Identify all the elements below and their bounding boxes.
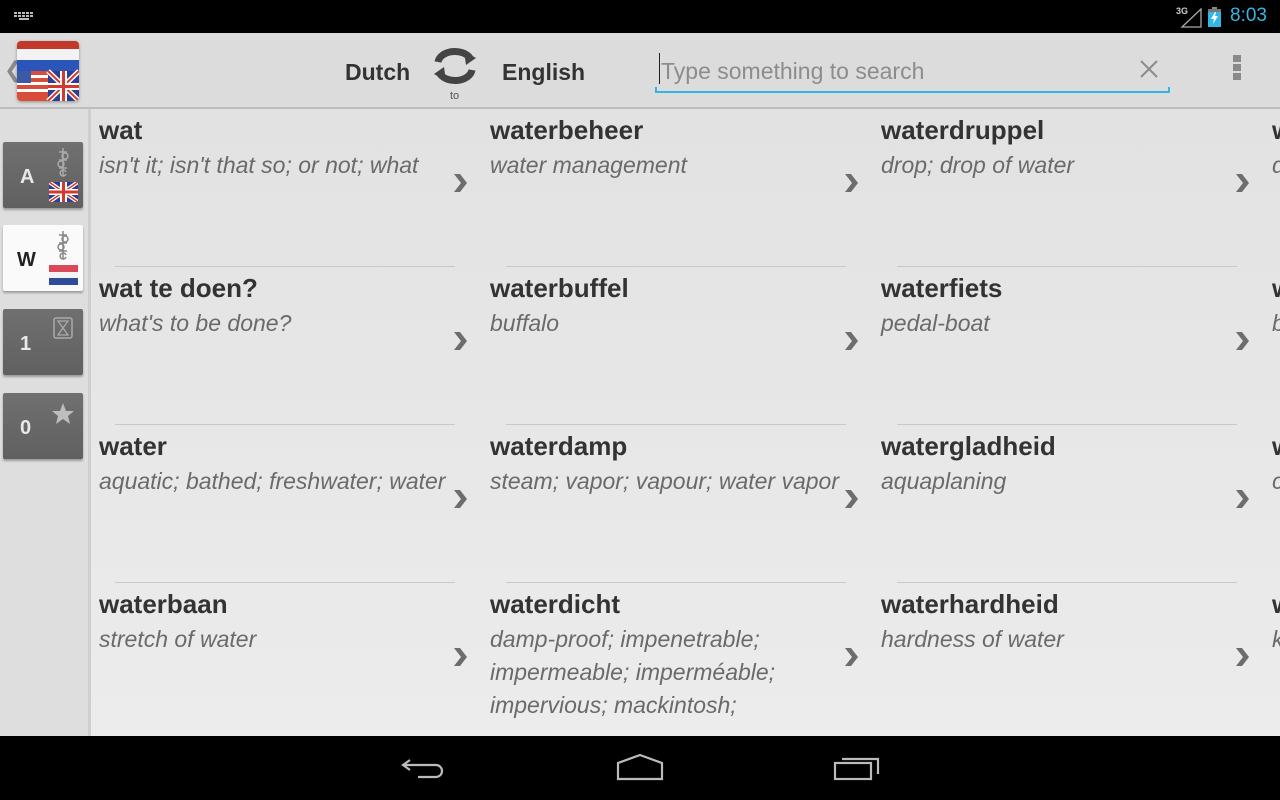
tab-label: A (20, 166, 35, 188)
entry-cell[interactable]: waterdicht damp-proof; impenetrable; impe… (482, 583, 873, 736)
entry-cell[interactable]: waterfiets pedal-boat (873, 267, 1264, 425)
translation: aquaplaning (881, 468, 1007, 494)
chevron-right-icon[interactable] (842, 329, 860, 353)
battery-charging-icon (1208, 7, 1221, 27)
nl-flag (49, 265, 78, 285)
translation: b l (1272, 307, 1280, 340)
swap-languages-button[interactable] (430, 41, 480, 91)
translation: buffalo (490, 310, 560, 336)
home-icon[interactable] (615, 752, 665, 786)
headword: water (99, 431, 167, 461)
headword: waterdruppel (881, 115, 1045, 145)
close-icon[interactable] (1138, 58, 1160, 80)
translation: isn't it; isn't that so; or not; what (99, 152, 419, 178)
entry-cell[interactable]: wk (1264, 583, 1280, 736)
entry-cell[interactable]: waterhardheid hardness of water (873, 583, 1264, 736)
entry-grid: wat isn't it; isn't that so; or not; what… (91, 109, 1280, 736)
keyboard-icon (14, 12, 33, 20)
tab-label: 0 (20, 417, 32, 439)
clock: 8:03 (1230, 5, 1267, 26)
entry-cell[interactable]: w b l (1264, 267, 1280, 425)
chevron-right-icon[interactable] (451, 171, 469, 195)
chevron-right-icon[interactable] (1233, 329, 1251, 353)
text-cursor (659, 53, 660, 84)
headword: w (1272, 273, 1280, 304)
translation: c (1272, 465, 1280, 498)
search-underline (655, 87, 1170, 93)
signal-icon: 3G (1176, 6, 1202, 28)
target-language[interactable]: English (502, 59, 585, 86)
alphabet-icon (57, 148, 69, 177)
status-bar: 3G 8:03 (0, 0, 1280, 33)
chevron-right-icon[interactable] (842, 487, 860, 511)
translation: water management (490, 152, 687, 178)
chevron-right-icon[interactable] (1233, 645, 1251, 669)
source-language[interactable]: Dutch (345, 59, 410, 86)
history-icon (53, 317, 73, 339)
tab-history[interactable]: 1 (3, 309, 83, 375)
headword: wat (99, 115, 143, 145)
search-field[interactable] (655, 49, 1170, 93)
alphabet-icon (57, 231, 69, 260)
translation: aquatic; bathed; freshwater; water (99, 468, 446, 494)
translation: damp-proof; impenetrable; impermeable; i… (490, 626, 776, 718)
back-icon[interactable] (398, 752, 448, 786)
translation: k (1272, 623, 1280, 656)
uk-flag (49, 182, 78, 202)
entry-cell[interactable]: waterbeheer water management (482, 109, 873, 267)
headword: waterbuffel (490, 273, 629, 303)
entry-cell[interactable]: waterbuffel buffalo (482, 267, 873, 425)
recent-apps-icon[interactable] (832, 752, 882, 786)
app-logo[interactable] (17, 41, 79, 101)
headword: w (1272, 431, 1280, 462)
headword: w (1272, 589, 1280, 620)
translation: drop; drop of water (881, 152, 1075, 178)
tab-label: 1 (20, 333, 32, 355)
entry-cell[interactable]: water aquatic; bathed; freshwater; water (91, 425, 482, 583)
chevron-right-icon[interactable] (451, 487, 469, 511)
headword: waterfiets (881, 273, 1003, 303)
search-input[interactable] (659, 53, 1131, 89)
headword: waterbaan (99, 589, 228, 619)
entry-cell[interactable]: waterdruppel drop; drop of water (873, 109, 1264, 267)
action-bar: ❮ Dutch to English (0, 33, 1280, 109)
entry-cell[interactable]: waterbaan stretch of water (91, 583, 482, 736)
headword: wat te doen? (99, 273, 258, 303)
headword: waterhardheid (881, 589, 1059, 619)
entry-cell[interactable]: wc (1264, 425, 1280, 583)
star-icon (52, 403, 74, 424)
tab-label: W (17, 249, 36, 271)
headword: w (1272, 115, 1280, 146)
translation: what's to be done? (99, 310, 292, 336)
translation: hardness of water (881, 626, 1064, 652)
chevron-right-icon[interactable] (1233, 171, 1251, 195)
headword: watergladheid (881, 431, 1056, 461)
overflow-menu-icon[interactable] (1226, 55, 1248, 87)
swap-languages-icon (434, 48, 476, 84)
chevron-right-icon[interactable] (842, 645, 860, 669)
tab-dutch-alphabet[interactable]: W (3, 225, 83, 291)
swap-caption: to (450, 90, 460, 102)
tab-english-alphabet[interactable]: A (3, 142, 83, 208)
navigation-bar (0, 736, 1280, 800)
translation: d (1272, 149, 1280, 182)
translation: pedal-boat (881, 310, 990, 336)
translation: stretch of water (99, 626, 257, 652)
translation: steam; vapor; vapour; water vapor (490, 468, 839, 494)
tab-favorites[interactable]: 0 (3, 393, 83, 459)
entry-cell[interactable]: watergladheid aquaplaning (873, 425, 1264, 583)
index-sidebar: A W 1 0 (0, 109, 88, 736)
headword: waterbeheer (490, 115, 644, 145)
headword: waterdamp (490, 431, 628, 461)
entry-cell[interactable]: wat te doen? what's to be done? (91, 267, 482, 425)
chevron-right-icon[interactable] (842, 171, 860, 195)
entry-cell[interactable]: wat isn't it; isn't that so; or not; what (91, 109, 482, 267)
chevron-right-icon[interactable] (1233, 487, 1251, 511)
headword: waterdicht (490, 589, 621, 619)
chevron-right-icon[interactable] (451, 329, 469, 353)
entry-cell[interactable]: waterdamp steam; vapor; vapour; water vap… (482, 425, 873, 583)
chevron-right-icon[interactable] (451, 645, 469, 669)
entry-cell[interactable]: wd (1264, 109, 1280, 267)
